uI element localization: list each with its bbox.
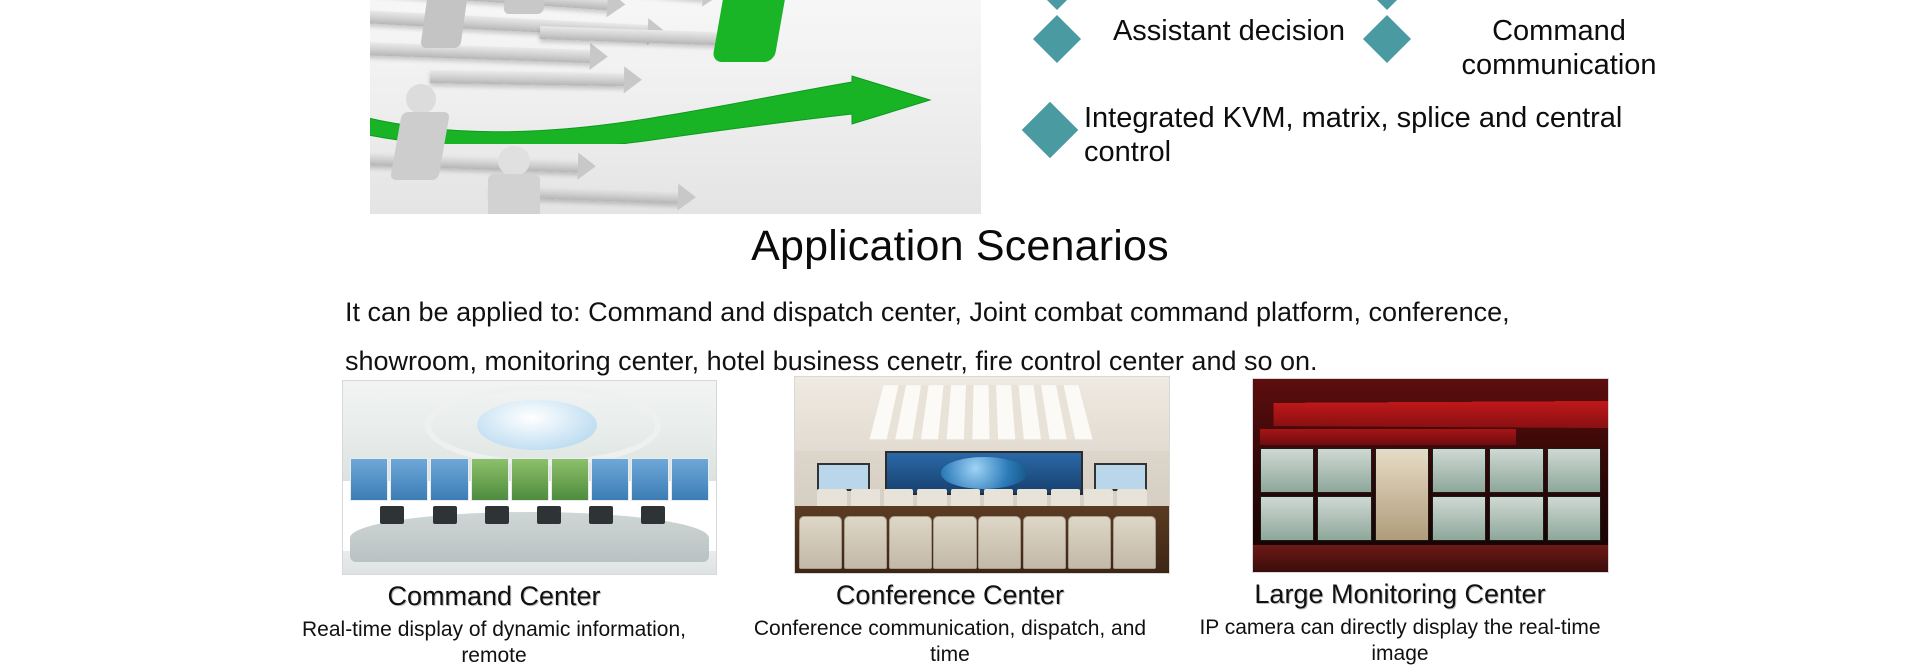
microphone-row (817, 488, 1147, 507)
video-tile-large (1374, 448, 1429, 542)
feature-label: Assistant decision (1112, 15, 1346, 47)
card-description: IP camera can directly display the real-… (1199, 616, 1601, 665)
video-tile (630, 458, 669, 501)
video-tile (1431, 448, 1487, 494)
video-tile (1489, 496, 1544, 542)
growth-arrow-photo (370, 0, 981, 214)
diamond-bullet-icon (1362, 0, 1412, 11)
video-tile (1317, 448, 1372, 494)
top-feature-section: Cascade dispatch Information fusion Assi… (0, 0, 1920, 215)
command-center-photo (342, 380, 717, 575)
desk-monitor (484, 505, 509, 524)
chair (888, 516, 932, 570)
card-title: Large Monitoring Center (1254, 579, 1546, 609)
scenario-card-command-center[interactable]: Command Center Real-time display of dyna… (274, 380, 717, 669)
chair (1068, 516, 1112, 570)
microphone (884, 488, 914, 507)
side-display (1093, 463, 1147, 491)
card-description: Conference communication, dispatch, and … (753, 617, 1147, 666)
chair (978, 516, 1022, 570)
intro-paragraph: It can be applied to: Command and dispat… (345, 297, 1510, 376)
feature-label: Command communication (1461, 15, 1657, 81)
ceiling-lights (869, 385, 1095, 440)
microphone (1117, 488, 1147, 507)
video-tile (590, 458, 629, 501)
desk-monitor (380, 505, 405, 524)
video-tile (1431, 496, 1487, 542)
scenario-card-conference-center[interactable]: Conference Center Conference communicati… (730, 376, 1170, 668)
microphone (1083, 488, 1114, 507)
world-map-graphic (941, 457, 1027, 489)
feature-row: Cascade dispatch Information fusion (1032, 0, 1700, 11)
video-tile (350, 458, 389, 501)
video-tile (550, 458, 589, 501)
diamond-bullet-icon (1362, 14, 1412, 64)
microphone (950, 488, 980, 507)
microphone (1050, 488, 1080, 507)
card-title: Command Center (387, 581, 601, 611)
feature-row: Integrated KVM, matrix, splice and centr… (1021, 100, 1690, 169)
led-banner-secondary (1260, 429, 1516, 445)
video-tile (670, 458, 709, 501)
chair (843, 516, 887, 570)
chair (798, 516, 842, 570)
feature-item-assistant-decision: Assistant decision (1032, 13, 1370, 82)
video-wall (350, 458, 709, 501)
feature-item-information-fusion: Information fusion (1362, 0, 1700, 11)
card-description: Real-time display of dynamic information… (302, 618, 686, 667)
feature-bullet-list: Cascade dispatch Information fusion Assi… (1021, 0, 1700, 170)
microphone (1017, 488, 1047, 507)
desk-monitor (589, 505, 614, 524)
microphone (984, 488, 1014, 507)
diamond-bullet-icon (1032, 0, 1082, 11)
video-tile (1546, 496, 1601, 542)
video-tile (430, 458, 469, 501)
side-display (817, 463, 871, 491)
diamond-bullet-icon (1032, 14, 1082, 64)
feature-item-integrated-kvm: Integrated KVM, matrix, splice and centr… (1021, 100, 1690, 169)
led-banner (1273, 401, 1608, 429)
chair (1112, 516, 1157, 570)
scenario-card-list: Command Center Real-time display of dyna… (0, 376, 1920, 667)
large-monitoring-center-photo (1252, 378, 1609, 573)
feature-label: Integrated KVM, matrix, splice and centr… (1084, 102, 1623, 168)
feature-item-cascade-dispatch: Cascade dispatch (1032, 0, 1370, 11)
desk-monitor (432, 505, 457, 524)
conference-center-photo (794, 376, 1170, 574)
scenario-card-large-monitoring-center[interactable]: Large Monitoring Center IP camera can di… (1180, 378, 1620, 667)
microphone (917, 488, 947, 507)
video-tile (390, 458, 429, 501)
video-tile (1260, 496, 1315, 542)
chair (1023, 516, 1067, 570)
green-arrow-icon (370, 75, 932, 144)
feature-item-command-communication: Command communication (1362, 13, 1700, 82)
video-tile (510, 458, 549, 501)
video-wall (1260, 448, 1601, 542)
desk-monitor (641, 505, 666, 524)
front-desk (1253, 544, 1608, 572)
desk-monitor (536, 505, 561, 524)
diamond-bullet-icon (1021, 101, 1079, 159)
page-title: Application Scenarios (751, 222, 1169, 270)
video-tile (1317, 496, 1372, 542)
video-tile (1546, 448, 1601, 494)
microphone (817, 488, 847, 507)
card-title: Conference Center (835, 580, 1065, 610)
video-tile (470, 458, 509, 501)
microphone (850, 488, 881, 507)
chair (933, 516, 977, 570)
video-tile (1489, 448, 1544, 494)
feature-row: Assistant decision Command communication (1032, 13, 1700, 82)
sky-dome-display (477, 400, 597, 451)
video-tile (1260, 448, 1315, 494)
